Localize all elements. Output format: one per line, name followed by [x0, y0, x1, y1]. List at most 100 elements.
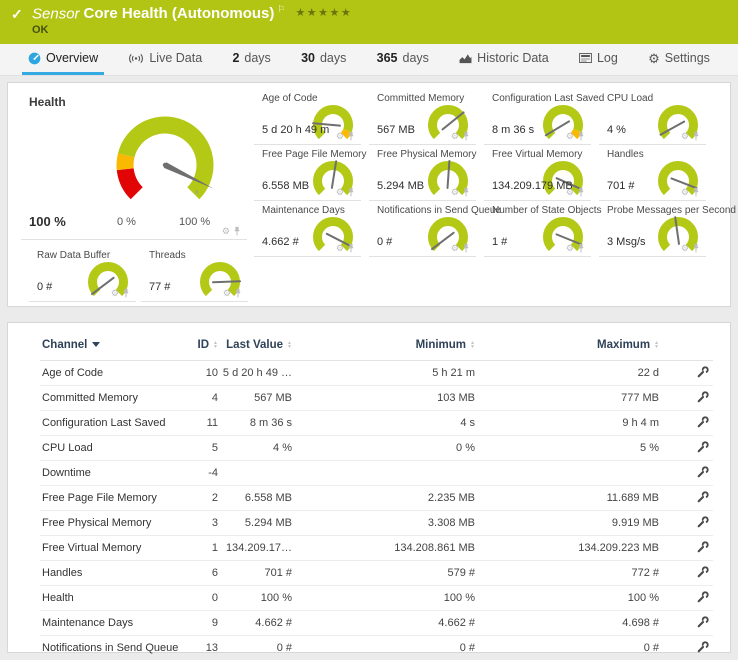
- sort-icon: ▲▼: [213, 341, 218, 349]
- channel-row[interactable]: Free Page File Memory 2 6.558 MB 2.235 M…: [40, 486, 713, 511]
- channel-last-value: 567 MB: [220, 386, 294, 411]
- channel-last-value: 701 #: [220, 561, 294, 586]
- gear-icon[interactable]: ⚙: [222, 227, 230, 236]
- channel-row[interactable]: Free Physical Memory 3 5.294 MB 3.308 MB…: [40, 511, 713, 536]
- flag-icon[interactable]: ⚐: [277, 4, 285, 14]
- channel-settings-icon[interactable]: [697, 616, 709, 628]
- pin-icon[interactable]: [347, 187, 355, 197]
- channel-row[interactable]: CPU Load 5 4 % 0 % 5 %: [40, 436, 713, 461]
- pin-icon[interactable]: [692, 187, 700, 197]
- channel-minimum: 0 #: [294, 636, 477, 660]
- channel-settings-icon[interactable]: [697, 441, 709, 453]
- gear-icon[interactable]: ⚙: [111, 289, 119, 298]
- pin-icon[interactable]: [462, 243, 470, 253]
- gauge-tile: Free Physical Memory 5.294 MB ⚙: [369, 145, 476, 201]
- tab-settings[interactable]: ⚙Settings: [642, 44, 716, 75]
- gauge-value: 0 #: [377, 236, 392, 248]
- channel-row[interactable]: Free Virtual Memory 1 134.209.17… 134.20…: [40, 536, 713, 561]
- pin-icon[interactable]: [692, 243, 700, 253]
- channel-row[interactable]: Committed Memory 4 567 MB 103 MB 777 MB: [40, 386, 713, 411]
- channel-row[interactable]: Configuration Last Saved 11 8 m 36 s 4 s…: [40, 411, 713, 436]
- channel-row[interactable]: Maintenance Days 9 4.662 # 4.662 # 4.698…: [40, 611, 713, 636]
- gear-icon[interactable]: ⚙: [336, 132, 344, 141]
- pin-icon[interactable]: [234, 288, 242, 298]
- column-maximum[interactable]: Maximum▲▼: [477, 331, 661, 361]
- pin-icon[interactable]: [347, 243, 355, 253]
- pin-icon[interactable]: [462, 131, 470, 141]
- channel-maximum: 9 h 4 m: [477, 411, 661, 436]
- channel-row[interactable]: Handles 6 701 # 579 # 772 #: [40, 561, 713, 586]
- pin-icon[interactable]: [347, 131, 355, 141]
- tab-overview[interactable]: Overview: [22, 44, 104, 75]
- status-ok-check-icon: ✓: [11, 6, 23, 23]
- channel-settings-icon[interactable]: [697, 641, 709, 653]
- channel-row[interactable]: Health 0 100 % 100 % 100 %: [40, 586, 713, 611]
- channel-maximum: 777 MB: [477, 386, 661, 411]
- channel-settings-icon[interactable]: [697, 566, 709, 578]
- channel-row[interactable]: Notifications in Send Queue 13 0 # 0 # 0…: [40, 636, 713, 660]
- gear-icon[interactable]: ⚙: [681, 132, 689, 141]
- tab-log[interactable]: Log: [573, 44, 624, 75]
- channel-minimum: [294, 461, 477, 486]
- channel-row[interactable]: Downtime -4: [40, 461, 713, 486]
- gauge-tile: Configuration Last Saved 8 m 36 s ⚙: [484, 89, 591, 145]
- gear-icon[interactable]: ⚙: [566, 188, 574, 197]
- gear-icon[interactable]: ⚙: [336, 244, 344, 253]
- gear-icon[interactable]: ⚙: [681, 188, 689, 197]
- column-last-value[interactable]: Last Value▲▼: [220, 331, 294, 361]
- channel-settings-icon[interactable]: [697, 366, 709, 378]
- channel-id: 4: [190, 386, 220, 411]
- channel-maximum: 5 %: [477, 436, 661, 461]
- gauge-tile: Handles 701 # ⚙: [599, 145, 706, 201]
- channel-name: Age of Code: [40, 361, 190, 386]
- gauge-tile: CPU Load 4 % ⚙: [599, 89, 706, 145]
- pin-icon[interactable]: [577, 131, 585, 141]
- gear-icon[interactable]: ⚙: [451, 188, 459, 197]
- pin-icon[interactable]: [577, 243, 585, 253]
- channel-last-value: 8 m 36 s: [220, 411, 294, 436]
- gauge-value: 134.209.179 MB: [492, 180, 573, 192]
- column-minimum[interactable]: Minimum▲▼: [294, 331, 477, 361]
- channel-id: 2: [190, 486, 220, 511]
- gauge-value: 100 %: [29, 214, 66, 229]
- pin-icon[interactable]: [122, 288, 130, 298]
- gear-icon[interactable]: ⚙: [451, 244, 459, 253]
- gear-icon[interactable]: ⚙: [566, 132, 574, 141]
- gear-icon[interactable]: ⚙: [336, 188, 344, 197]
- gear-icon[interactable]: ⚙: [681, 244, 689, 253]
- gear-icon[interactable]: ⚙: [223, 289, 231, 298]
- tab-historic-data[interactable]: Historic Data: [453, 44, 555, 75]
- gauge-value: 8 m 36 s: [492, 124, 534, 136]
- gear-icon[interactable]: ⚙: [451, 132, 459, 141]
- channel-settings-icon[interactable]: [697, 391, 709, 403]
- gauge-title: Health: [29, 95, 66, 109]
- priority-stars[interactable]: ★★★★★: [295, 7, 352, 19]
- gauge-icon: [28, 52, 41, 65]
- channel-minimum: 0 %: [294, 436, 477, 461]
- channel-settings-icon[interactable]: [697, 491, 709, 503]
- gear-icon[interactable]: ⚙: [566, 244, 574, 253]
- tab-2-days[interactable]: 2days: [226, 44, 276, 75]
- tab-365-days[interactable]: 365days: [371, 44, 435, 75]
- column-channel[interactable]: Channel: [40, 331, 190, 361]
- pin-icon[interactable]: [577, 187, 585, 197]
- channel-row[interactable]: Age of Code 10 5 d 20 h 49 … 5 h 21 m 22…: [40, 361, 713, 386]
- channel-last-value: 4.662 #: [220, 611, 294, 636]
- gauge-tile: Raw Data Buffer 0 # ⚙: [29, 246, 136, 302]
- channel-id: 6: [190, 561, 220, 586]
- column-id[interactable]: ID▲▼: [190, 331, 220, 361]
- channel-settings-icon[interactable]: [697, 541, 709, 553]
- channel-id: 10: [190, 361, 220, 386]
- tab-30-days[interactable]: 30days: [295, 44, 352, 75]
- channel-settings-icon[interactable]: [697, 466, 709, 478]
- live-icon: [128, 53, 144, 64]
- pin-icon[interactable]: [462, 187, 470, 197]
- gauge-tile: Age of Code 5 d 20 h 49 m ⚙: [254, 89, 361, 145]
- channel-settings-icon[interactable]: [697, 516, 709, 528]
- tab-live-data[interactable]: Live Data: [122, 44, 208, 75]
- channel-settings-icon[interactable]: [697, 591, 709, 603]
- channel-settings-icon[interactable]: [697, 416, 709, 428]
- pin-icon[interactable]: [233, 226, 241, 236]
- pin-icon[interactable]: [692, 131, 700, 141]
- gauge-title: Handles: [607, 149, 644, 160]
